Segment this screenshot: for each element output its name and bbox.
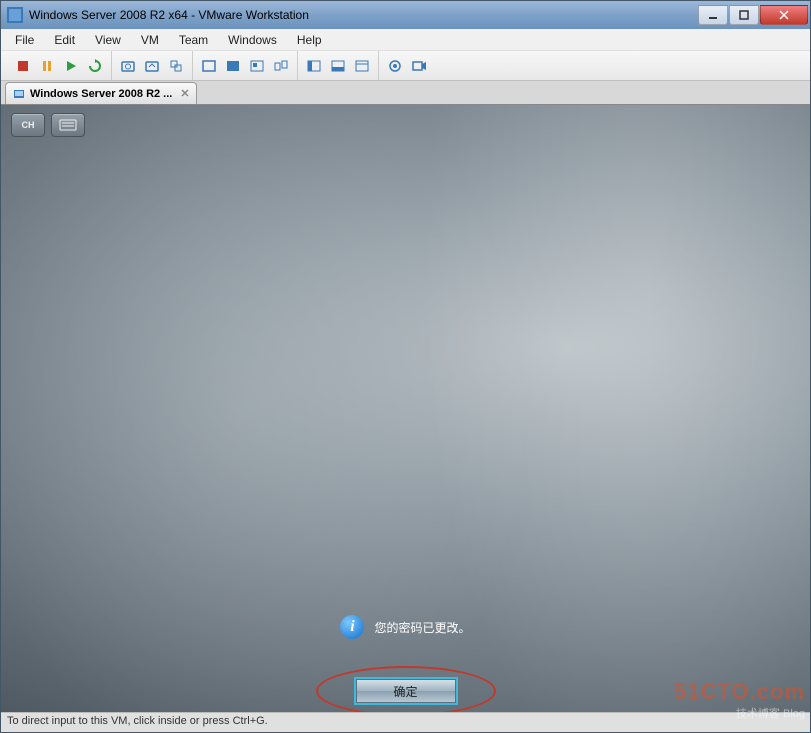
maximize-button[interactable] [729,5,759,25]
window-buttons [697,5,808,25]
reset-button[interactable] [84,55,106,77]
snapshot-manager-button[interactable] [165,55,187,77]
capture-screen-button[interactable] [384,55,406,77]
keyboard-icon[interactable] [51,113,85,137]
info-icon: i [340,615,364,639]
ime-toggle-button[interactable]: CH [11,113,45,137]
vm-tab[interactable]: Windows Server 2008 R2 ... ✕ [5,82,197,104]
menu-team[interactable]: Team [169,30,218,50]
fullscreen-button[interactable] [222,55,244,77]
menu-file[interactable]: File [5,30,44,50]
thumbnail-toggle-button[interactable] [327,55,349,77]
close-button[interactable] [760,5,808,25]
toolbar [1,51,810,81]
quick-switch-button[interactable] [270,55,292,77]
password-changed-panel: i 您的密码已更改。 确定 [226,615,586,703]
poweron-button[interactable] [60,55,82,77]
tab-close-icon[interactable]: ✕ [180,87,189,100]
summary-view-button[interactable] [351,55,373,77]
vm-tab-label: Windows Server 2008 R2 ... [30,88,172,100]
app-window: Windows Server 2008 R2 x64 - VMware Work… [0,0,811,733]
statusbar: To direct input to this VM, click inside… [1,712,810,732]
suspend-button[interactable] [36,55,58,77]
window-title: Windows Server 2008 R2 x64 - VMware Work… [29,8,697,22]
vm-tab-icon [12,87,26,101]
sidebar-toggle-button[interactable] [303,55,325,77]
revert-snapshot-button[interactable] [141,55,163,77]
capture-movie-button[interactable] [408,55,430,77]
menu-windows[interactable]: Windows [218,30,287,50]
show-console-button[interactable] [198,55,220,77]
menu-edit[interactable]: Edit [44,30,85,50]
menu-view[interactable]: View [85,30,131,50]
ok-button[interactable]: 确定 [356,679,456,703]
app-icon [7,7,23,23]
menubar: File Edit View VM Team Windows Help [1,29,810,51]
minimize-button[interactable] [698,5,728,25]
vm-ctrl-buttons: CH [11,113,85,137]
unity-button[interactable] [246,55,268,77]
tabbar: Windows Server 2008 R2 ... ✕ [1,81,810,105]
menu-help[interactable]: Help [287,30,332,50]
poweroff-button[interactable] [12,55,34,77]
menu-vm[interactable]: VM [131,30,169,50]
titlebar: Windows Server 2008 R2 x64 - VMware Work… [1,1,810,29]
vm-viewport[interactable]: CH i 您的密码已更改。 确定 W [1,105,810,712]
snapshot-button[interactable] [117,55,139,77]
password-changed-message: 您的密码已更改。 [374,619,470,636]
